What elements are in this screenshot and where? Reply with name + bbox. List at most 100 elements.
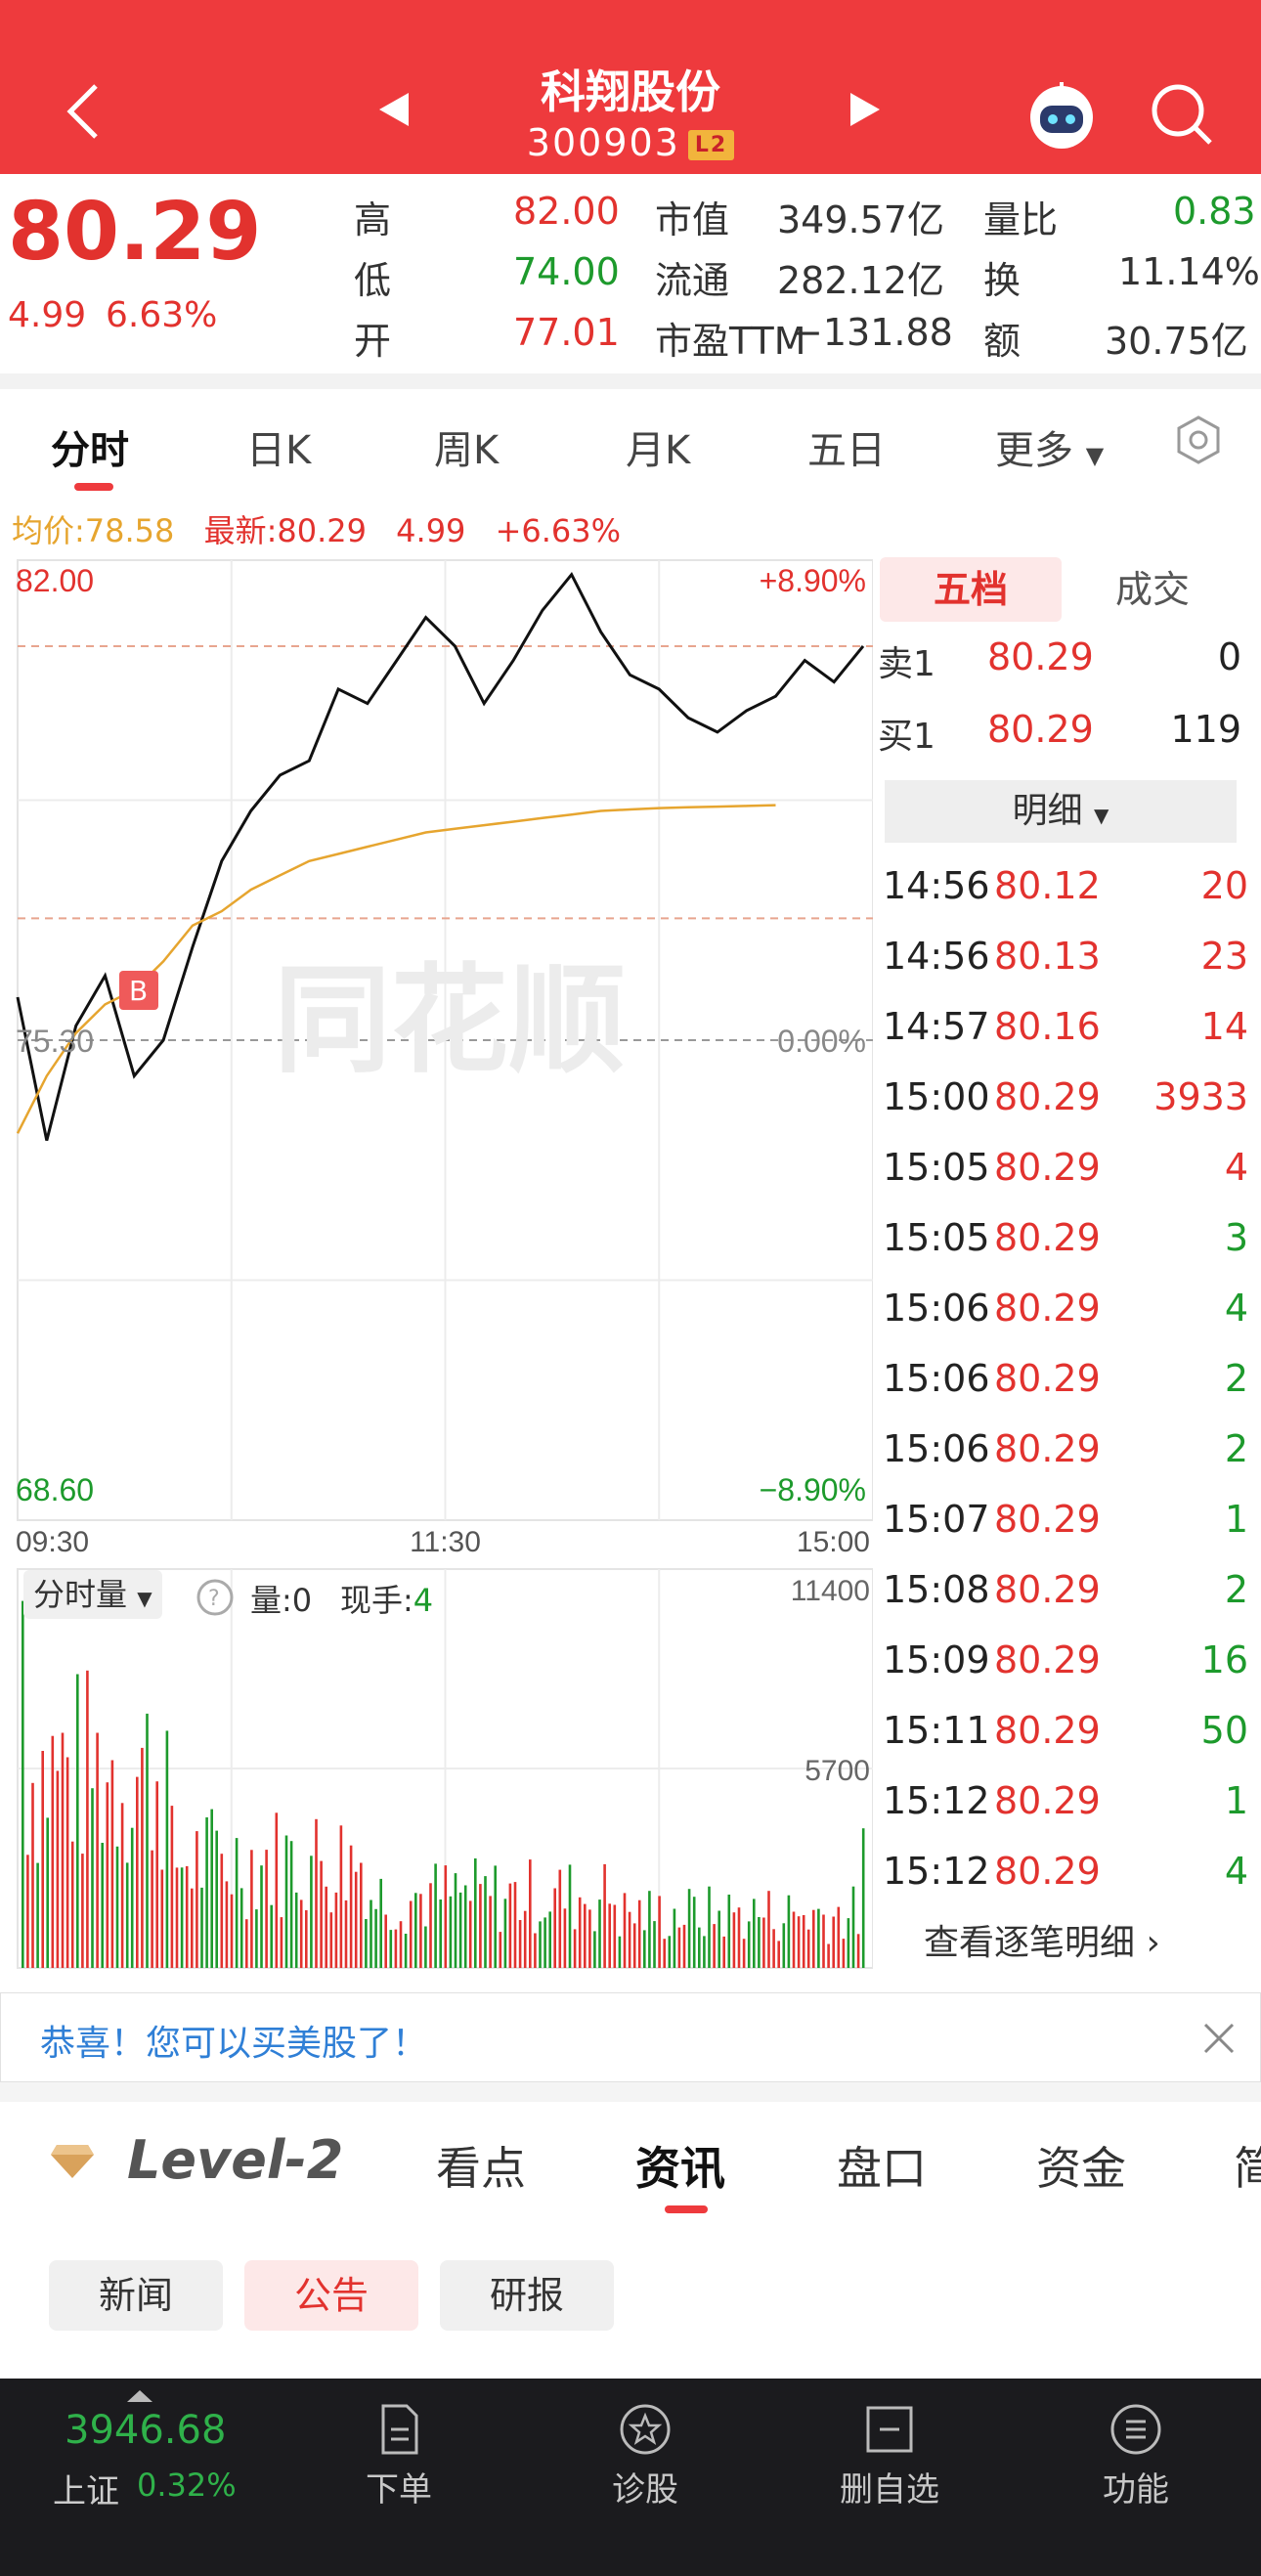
tab-five-levels[interactable]: 五档 [880, 557, 1062, 622]
volume-bar [280, 1917, 283, 1968]
volume-qty: 量:0 [250, 1582, 313, 1619]
high-value: 82.00 [513, 190, 620, 233]
volume-bar [578, 1897, 582, 1968]
volume-bar [180, 1867, 184, 1968]
tab-monthly-k[interactable]: 月K [626, 418, 690, 475]
detail-selector[interactable]: 明细 ▼ [885, 780, 1237, 843]
nav-diagnose[interactable]: 诊股 [547, 2400, 743, 2511]
search-icon[interactable] [1150, 82, 1214, 147]
promo-text: 恭喜！您可以买美股了！ [40, 2024, 428, 2064]
volume-bar [205, 1817, 208, 1968]
y-left-top: 82.00 [16, 563, 94, 598]
amount-label: 额 [983, 320, 1022, 363]
volume-selector[interactable]: 分时量 ▼ [23, 1570, 162, 1619]
nav-remove-watchlist[interactable]: 删自选 [792, 2400, 987, 2511]
index-value[interactable]: 3946.68 [65, 2408, 226, 2453]
volume-bar [120, 1803, 124, 1968]
tick-volume: 3933 [1153, 1075, 1248, 1118]
tab-daily-k[interactable]: 日K [246, 418, 311, 475]
turnover-label: 换 [983, 259, 1022, 302]
chip-news[interactable]: 新闻 [49, 2260, 223, 2331]
mcap-label: 市值 [655, 198, 730, 241]
tick-time: 14:57 [883, 1005, 990, 1048]
volume-bar [165, 1730, 169, 1968]
tick-time: 15:00 [883, 1075, 990, 1118]
volume-bar [22, 1600, 24, 1968]
tab-more[interactable]: 更多 ▼ [995, 418, 1104, 475]
volume-bar [713, 1924, 716, 1968]
tick-time: 15:12 [883, 1779, 990, 1822]
news-tab-funds[interactable]: 资金 [1036, 2133, 1126, 2198]
volume-bar [250, 1850, 253, 1968]
tick-volume: 1 [1224, 1498, 1248, 1541]
volume-bars [22, 1600, 865, 1968]
intraday-chart[interactable]: 同花顺 B 82.00 75.30 68.60 +8.90% 0.00% −8.90% 09… [0, 552, 873, 1970]
volume-bar [529, 1859, 532, 1968]
bid1-price: 80.29 [987, 708, 1094, 751]
robot-assistant-icon[interactable] [1024, 78, 1099, 153]
volume-bar [86, 1670, 89, 1968]
bottom-nav: 3946.68 上证 0.32% 下单 诊股 删自选 功能 [0, 2379, 1261, 2576]
low-label: 低 [354, 259, 392, 302]
volume-bar [687, 1889, 691, 1968]
tick-volume: 2 [1224, 1357, 1248, 1400]
volume-bar [439, 1899, 442, 1968]
trade-tick-row: 15:06 80.29 2 [873, 1343, 1248, 1414]
volume-bar [76, 1674, 79, 1968]
volume-bar [289, 1841, 293, 1968]
volume-bar [101, 1843, 104, 1968]
trade-tick-row: 15:05 80.29 4 [873, 1132, 1248, 1202]
volume-bar [404, 1934, 408, 1968]
x-tick-end: 15:00 [797, 1526, 870, 1558]
tab-intraday[interactable]: 分时 [51, 418, 129, 475]
next-stock-icon[interactable] [847, 91, 884, 128]
volume-bar [170, 1806, 174, 1968]
chip-research[interactable]: 研报 [440, 2260, 614, 2331]
news-tab-info[interactable]: 资讯 [635, 2133, 725, 2198]
nav-order[interactable]: 下单 [301, 2400, 497, 2511]
help-icon[interactable]: ? [196, 1578, 235, 1617]
tick-time: 15:06 [883, 1287, 990, 1330]
news-tab-brief[interactable]: 简 [1234, 2133, 1261, 2198]
volume-bar [339, 1825, 343, 1968]
close-icon[interactable] [1201, 2021, 1237, 2056]
volume-bar [758, 1917, 761, 1968]
level2-logo[interactable]: Level-2 [127, 2129, 343, 2191]
volume-bar [643, 1930, 646, 1968]
ask1-vol: 0 [1217, 635, 1241, 678]
volume-bar [26, 1855, 29, 1968]
volume-bar [677, 1927, 681, 1968]
volume-bar [434, 1863, 437, 1968]
tick-time: 15:08 [883, 1568, 990, 1611]
volume-bar [598, 1899, 601, 1968]
news-tab-orderbook[interactable]: 盘口 [837, 2133, 927, 2198]
trade-tick-row: 15:12 80.29 4 [873, 1836, 1248, 1906]
tab-five-day[interactable]: 五日 [807, 418, 886, 475]
news-tab-highlights[interactable]: 看点 [436, 2133, 526, 2198]
more-trades-link[interactable]: 查看逐笔明细 › [924, 1914, 1160, 1965]
volume-max-label: 11400 [791, 1575, 870, 1607]
volume-bar [215, 1830, 218, 1968]
volume-bar [394, 1929, 398, 1968]
bid1-vol: 119 [1170, 708, 1241, 751]
svg-text:?: ? [208, 1587, 220, 1611]
nav-functions[interactable]: 功能 [1038, 2400, 1234, 2511]
low-value: 74.00 [513, 250, 620, 293]
promo-banner[interactable]: 恭喜！您可以买美股了！ [0, 1992, 1261, 2082]
tick-volume: 4 [1224, 1287, 1248, 1330]
volume-bar [817, 1908, 820, 1968]
chip-announcements[interactable]: 公告 [244, 2260, 418, 2331]
volume-bar [603, 1863, 606, 1968]
volume-bar [91, 1788, 94, 1968]
tab-weekly-k[interactable]: 周K [434, 418, 499, 475]
chevron-down-icon: ▼ [137, 1587, 152, 1610]
volume-bar [151, 1850, 153, 1968]
volume-bar [220, 1854, 224, 1968]
tab-trades[interactable]: 成交 [1062, 557, 1243, 622]
index-pct: 0.32% [137, 2467, 237, 2504]
settings-icon[interactable] [1173, 415, 1224, 465]
tick-time: 15:06 [883, 1427, 990, 1470]
volume-mid-label: 5700 [804, 1755, 870, 1787]
volume-bar [613, 1904, 617, 1968]
tick-volume: 20 [1200, 864, 1248, 907]
